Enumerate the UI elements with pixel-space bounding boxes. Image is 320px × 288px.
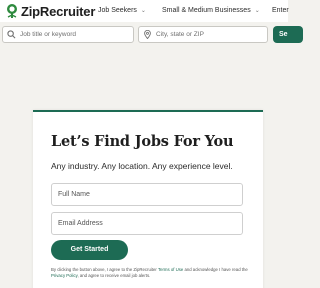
- logo-icon: [7, 4, 17, 18]
- legal-text-post: , and agree to receive email job alerts.: [77, 273, 151, 279]
- nav-small-medium-businesses[interactable]: Small & Medium Businesses ⌄: [162, 7, 260, 14]
- terms-of-use-link[interactable]: Terms of Use: [158, 267, 183, 272]
- logo-text: ZipRecruiter: [21, 3, 96, 19]
- nav-smb-label: Small & Medium Businesses: [162, 7, 251, 14]
- chevron-down-icon: ⌄: [254, 8, 260, 14]
- location-placeholder: City, state or ZIP: [156, 31, 204, 38]
- top-nav: ZipRecruiter Job Seekers ⌄ Small & Mediu…: [0, 0, 289, 22]
- nav-enter-label: Enter: [272, 7, 289, 14]
- get-started-button[interactable]: Get Started: [51, 240, 128, 260]
- privacy-policy-link[interactable]: Privacy Policy: [51, 273, 77, 278]
- legal-text-pre: By clicking the button above, I agree to…: [51, 267, 158, 272]
- nav-job-seekers-label: Job Seekers: [98, 7, 137, 14]
- nav-employers-link[interactable]: Enter: [272, 7, 289, 14]
- chevron-down-icon: ⌄: [140, 8, 146, 14]
- legal-text-mid: and acknowledge I have read the: [183, 267, 248, 272]
- full-name-input[interactable]: Full Name: [51, 183, 243, 206]
- nav-job-seekers[interactable]: Job Seekers ⌄: [98, 7, 146, 14]
- job-search-input[interactable]: Job title or keyword: [2, 26, 134, 43]
- ziprecruiter-logo[interactable]: ZipRecruiter: [6, 3, 95, 19]
- signup-card: Let’s Find Jobs For You Any industry. An…: [33, 110, 263, 288]
- card-subtitle: Any industry. Any location. Any experien…: [51, 161, 233, 171]
- location-input[interactable]: City, state or ZIP: [138, 26, 268, 43]
- card-title: Let’s Find Jobs For You: [51, 133, 234, 150]
- search-icon: [7, 30, 16, 39]
- search-bar: Job title or keyword City, state or ZIP …: [0, 26, 303, 44]
- job-search-placeholder: Job title or keyword: [20, 31, 76, 38]
- email-address-input[interactable]: Email Address: [51, 212, 243, 235]
- legal-disclaimer: By clicking the button above, I agree to…: [51, 267, 251, 279]
- location-pin-icon: [144, 30, 151, 39]
- search-button[interactable]: Se: [273, 26, 303, 43]
